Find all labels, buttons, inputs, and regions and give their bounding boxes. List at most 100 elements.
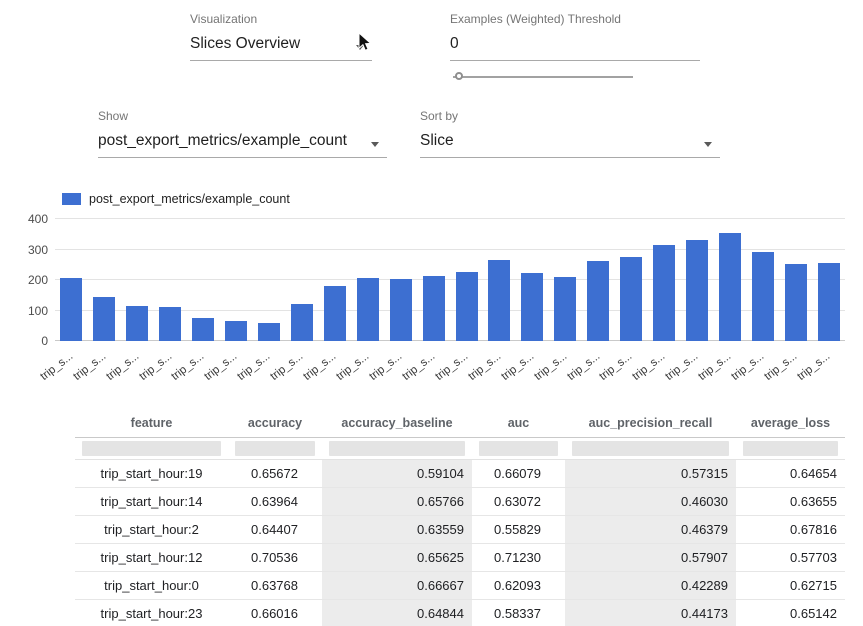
chart-bar[interactable]	[686, 240, 708, 341]
chart-bar[interactable]	[357, 278, 379, 341]
chart-bar[interactable]	[390, 279, 412, 341]
chart-bar[interactable]	[818, 263, 840, 341]
column-header[interactable]: average_loss	[736, 407, 845, 438]
chart-bar[interactable]	[423, 276, 445, 341]
column-filter-input[interactable]	[82, 441, 221, 456]
table-row[interactable]: trip_start_hour:190.656720.591040.660790…	[75, 460, 845, 488]
chart-bar[interactable]	[620, 257, 642, 341]
column-filter-input[interactable]	[743, 441, 838, 456]
metric-cell: 0.46379	[565, 516, 736, 544]
bar-cell	[351, 219, 384, 341]
sort-by-value[interactable]: Slice	[420, 132, 454, 149]
chevron-down-icon[interactable]	[371, 142, 379, 147]
column-filter-input[interactable]	[329, 441, 465, 456]
chart-bar[interactable]	[653, 245, 675, 341]
chart-bar[interactable]	[752, 252, 774, 341]
bar-cell	[384, 219, 417, 341]
column-header[interactable]: feature	[75, 407, 228, 438]
table-row[interactable]: trip_start_hour:20.644070.635590.558290.…	[75, 516, 845, 544]
column-filter-input[interactable]	[572, 441, 729, 456]
metric-cell: 0.63072	[472, 488, 565, 516]
chart-bar[interactable]	[719, 233, 741, 341]
metric-cell: 0.65625	[322, 544, 472, 572]
chart-bar[interactable]	[126, 306, 148, 341]
chart-bar[interactable]	[291, 304, 313, 341]
slider-knob[interactable]	[455, 72, 463, 80]
visualization-select[interactable]: Visualization Slices Overview	[190, 12, 372, 61]
metric-cell: 0.63559	[322, 516, 472, 544]
chart-bar[interactable]	[93, 297, 115, 341]
threshold-label: Examples (Weighted) Threshold	[450, 12, 700, 26]
sort-by-select[interactable]: Sort by Slice	[420, 109, 720, 158]
visualization-dropdown[interactable]: Slices Overview	[190, 33, 372, 61]
metric-cell: 0.65672	[228, 460, 322, 488]
column-header[interactable]: accuracy	[228, 407, 322, 438]
metric-cell: 0.64407	[228, 516, 322, 544]
show-dropdown[interactable]: post_export_metrics/example_count	[98, 130, 387, 158]
column-header[interactable]: auc	[472, 407, 565, 438]
table-row[interactable]: trip_start_hour:00.637680.666670.620930.…	[75, 572, 845, 600]
table-row[interactable]: trip_start_hour:230.660160.648440.583370…	[75, 600, 845, 626]
chart-bar[interactable]	[587, 261, 609, 341]
table-filter-row	[75, 438, 845, 460]
bar-cell	[681, 219, 714, 341]
feature-cell: trip_start_hour:2	[75, 516, 228, 544]
chart-bar[interactable]	[785, 264, 807, 341]
metric-cell: 0.63655	[736, 488, 845, 516]
legend-label: post_export_metrics/example_count	[89, 192, 290, 206]
y-axis-label: 400	[28, 212, 48, 226]
show-value[interactable]: post_export_metrics/example_count	[98, 132, 347, 149]
metric-cell: 0.66079	[472, 460, 565, 488]
chart-bar[interactable]	[554, 277, 576, 341]
feature-cell: trip_start_hour:23	[75, 600, 228, 626]
column-header[interactable]: auc_precision_recall	[565, 407, 736, 438]
visualization-value[interactable]: Slices Overview	[190, 35, 300, 52]
metric-cell: 0.64844	[322, 600, 472, 626]
slider-track[interactable]	[453, 76, 633, 78]
metric-cell: 0.55829	[472, 516, 565, 544]
column-filter-input[interactable]	[235, 441, 315, 456]
bar-cell	[187, 219, 220, 341]
chart-bar[interactable]	[521, 273, 543, 341]
bar-cell	[549, 219, 582, 341]
show-select[interactable]: Show post_export_metrics/example_count	[98, 109, 387, 158]
metric-cell: 0.64654	[736, 460, 845, 488]
chart-bar[interactable]	[258, 323, 280, 341]
bar-cell	[220, 219, 253, 341]
metric-cell: 0.59104	[322, 460, 472, 488]
threshold-field[interactable]: Examples (Weighted) Threshold 0	[450, 12, 700, 61]
column-header[interactable]: accuracy_baseline	[322, 407, 472, 438]
table-row[interactable]: trip_start_hour:120.705360.656250.712300…	[75, 544, 845, 572]
table-row[interactable]: trip_start_hour:140.639640.657660.630720…	[75, 488, 845, 516]
chart-bar[interactable]	[225, 321, 247, 341]
chart-bar[interactable]	[456, 272, 478, 341]
y-axis-label: 300	[28, 243, 48, 257]
metric-cell: 0.71230	[472, 544, 565, 572]
bar-cell	[154, 219, 187, 341]
metric-cell: 0.44173	[565, 600, 736, 626]
feature-cell: trip_start_hour:19	[75, 460, 228, 488]
bar-cell	[812, 219, 845, 341]
chart-bar[interactable]	[159, 307, 181, 341]
y-axis-label: 200	[28, 273, 48, 287]
threshold-value[interactable]: 0	[450, 35, 459, 52]
metric-cell: 0.57315	[565, 460, 736, 488]
column-filter-input[interactable]	[479, 441, 558, 456]
bar-cell	[648, 219, 681, 341]
bar-cell	[516, 219, 549, 341]
chart-bar[interactable]	[192, 318, 214, 341]
chart-bar[interactable]	[60, 278, 82, 341]
chevron-down-icon[interactable]	[704, 142, 712, 147]
chart-bar[interactable]	[324, 286, 346, 341]
bar-cell	[55, 219, 88, 341]
x-axis-tick: trip_s...	[812, 345, 845, 387]
threshold-slider[interactable]	[453, 70, 633, 84]
threshold-input[interactable]: 0	[450, 33, 700, 61]
metric-cell: 0.57703	[736, 544, 845, 572]
chart-bar[interactable]	[488, 260, 510, 341]
metric-cell: 0.63964	[228, 488, 322, 516]
sort-by-dropdown[interactable]: Slice	[420, 130, 720, 158]
metric-cell: 0.46030	[565, 488, 736, 516]
metric-cell: 0.57907	[565, 544, 736, 572]
bar-cell	[582, 219, 615, 341]
